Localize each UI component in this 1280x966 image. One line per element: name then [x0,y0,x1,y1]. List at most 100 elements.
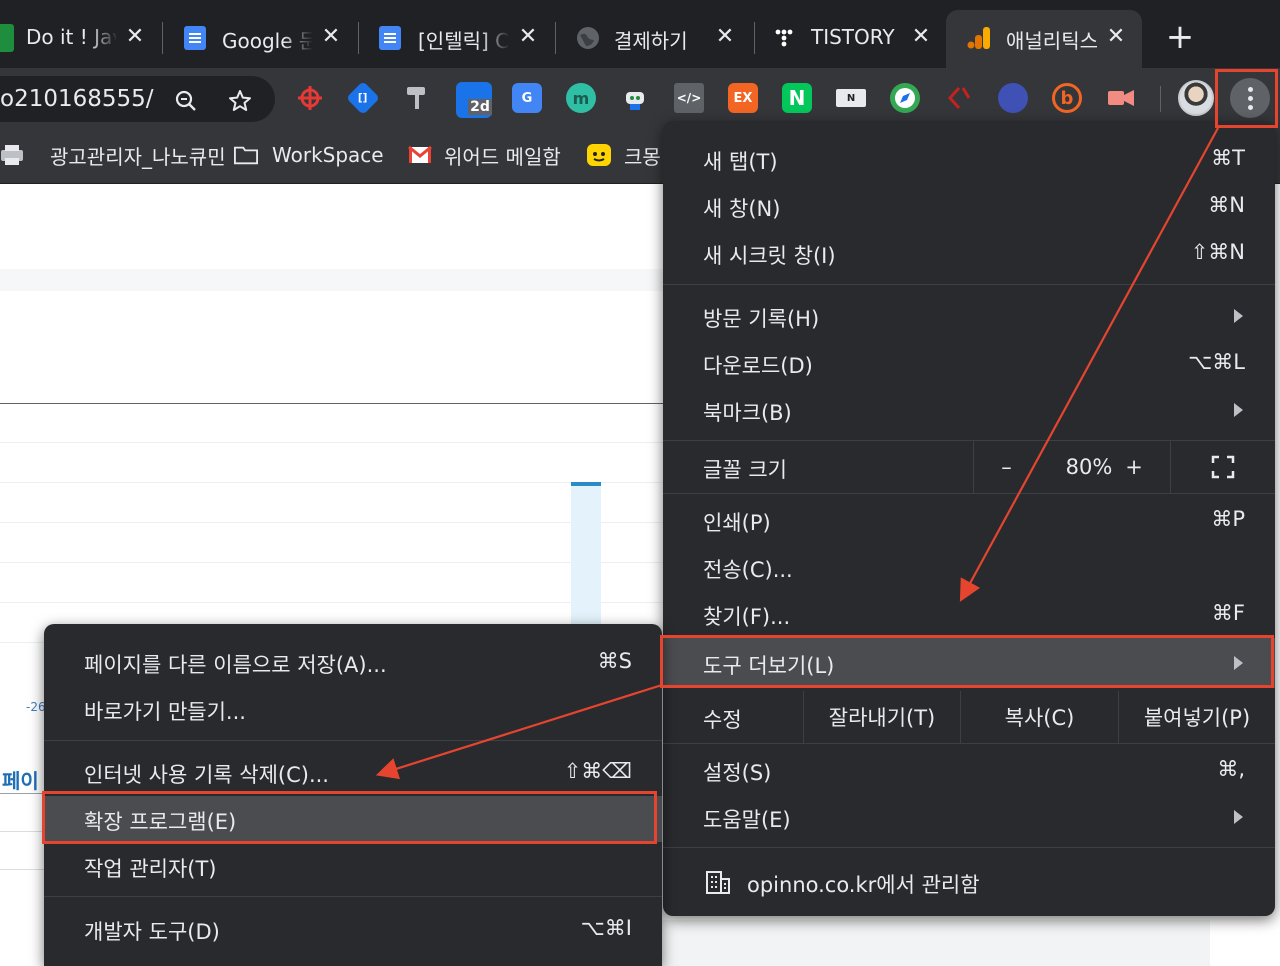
highlight-more-tools [660,635,1274,688]
close-icon[interactable]: ✕ [1103,24,1129,50]
tab-title: 애널리틱스 [1006,29,1098,53]
new-tab-button[interactable]: + [1164,20,1196,54]
menu-item-cast[interactable]: 전송(C)... [663,544,1275,590]
submenu-arrow-icon [1234,309,1243,323]
menu-item-task-manager[interactable]: 작업 관리자(T) [44,843,662,889]
printer-icon [1,145,23,165]
b-circle-icon[interactable]: b [1052,83,1082,113]
gridline [0,442,680,443]
docs-icon [379,26,401,50]
menu-item-incognito[interactable]: 새 시크릿 창(I) ⇧⌘N [663,230,1275,276]
close-icon[interactable]: ✕ [515,24,541,50]
google-translate-icon[interactable]: G [512,83,542,113]
tab-strip: Do it ! Jav ✕ Google 문 ✕ [인텔릭] C ✕ 결제하기 … [0,0,1280,68]
fullscreen-button[interactable] [1170,441,1275,493]
tab-google-docs[interactable]: Google 문 ✕ [165,10,355,68]
menu-item-developer-tools[interactable]: 개발자 도구(D) ⌥⌘I [44,906,662,952]
menu-item-bookmarks[interactable]: 북마크(B) [663,387,1275,433]
folder-icon [234,146,258,165]
zoom-label: 글꼴 크기 [703,458,787,482]
face-icon [587,144,611,166]
page-band [0,269,680,291]
zoom-minus-button[interactable]: – [973,441,1039,493]
tab-tistory[interactable]: TISTORY ✕ [758,10,948,68]
axis-tick-label: -26 [26,700,46,714]
menu-item-new-window[interactable]: 새 창(N) ⌘N [663,183,1275,229]
managed-by-org[interactable]: opinno.co.kr에서 관리함 [663,859,1275,905]
bookmark-label: 크몽 [624,144,661,169]
compass-icon[interactable] [890,83,920,113]
building-icon [706,871,730,894]
menu-item-clear-browsing-data[interactable]: 인터넷 사용 기록 삭제(C)... ⇧⌘⌫ [44,749,662,795]
crosshair-icon[interactable] [295,83,325,113]
tab-payment[interactable]: 결제하기 ✕ [560,10,750,68]
menu-item-new-tab[interactable]: 새 탭(T) ⌘T [663,136,1275,182]
section-title: 페이 [2,769,39,793]
analytics-icon [967,27,990,49]
menu-item-downloads[interactable]: 다운로드(D) ⌥⌘L [663,340,1275,386]
sheets-icon [0,24,14,52]
browser-window: Do it ! Jav ✕ Google 문 ✕ [인텔릭] C ✕ 결제하기 … [0,0,1280,966]
n-icon[interactable]: N [782,83,812,113]
cut-button[interactable]: 잘라내기(T) [803,691,960,743]
edit-row: 수정 잘라내기(T) 복사(C) 붙여넣기(P) [663,691,1275,743]
tistory-icon [775,29,793,47]
docs-icon [184,26,206,50]
paste-button[interactable]: 붙여넣기(P) [1118,691,1275,743]
highlight-extensions [42,791,657,844]
close-icon[interactable]: ✕ [122,24,148,50]
fullscreen-icon [1211,455,1235,479]
copy-button[interactable]: 복사(C) [960,691,1118,743]
menu-item-print[interactable]: 인쇄(P) ⌘P [663,497,1275,543]
ccc-icon[interactable] [998,83,1028,113]
bookmark-label: 광고관리자_나노큐민 [50,144,226,169]
bookmark-workspace[interactable]: WorkSpace [234,140,384,170]
video-icon[interactable] [1106,83,1136,113]
close-icon[interactable]: ✕ [908,24,934,50]
zoom-plus-button[interactable]: + [1099,441,1169,493]
bookmark-ad-manager[interactable]: 광고관리자_나노큐민 [0,140,226,170]
tab-analytics[interactable]: 애널리틱스 ✕ [946,10,1142,68]
ex-icon[interactable]: EX [728,83,758,113]
submenu-arrow-icon [1234,403,1243,417]
zoom-row: 글꼴 크기 – 80% + [663,441,1275,493]
bracket-icon[interactable]: [] [346,81,380,115]
paint-roller-icon[interactable] [402,83,432,113]
menu-item-history[interactable]: 방문 기록(H) [663,293,1275,339]
code-icon[interactable]: </> [674,83,704,113]
page-footer-strip [660,920,1210,966]
angle-bracket-icon[interactable] [944,83,974,113]
chart-bar [571,483,601,643]
tab-do-it-java[interactable]: Do it ! Jav ✕ [0,10,160,68]
globe-icon [577,27,599,49]
submenu-arrow-icon [1234,810,1243,824]
tab-title: 결제하기 [614,29,688,53]
toolbar-divider [1160,86,1161,112]
n-screen-icon[interactable]: N [836,89,866,107]
robot-icon[interactable] [620,83,650,113]
menu-item-create-shortcut[interactable]: 바로가기 만들기... [44,686,662,732]
bookmark-label: 위어드 메일함 [444,144,561,169]
menu-item-help[interactable]: 도움말(E) [663,794,1275,840]
bookmark-weird-mail[interactable]: 위어드 메일함 [408,140,561,170]
menu-item-save-page-as[interactable]: 페이지를 다른 이름으로 저장(A)... ⌘S [44,639,662,685]
url-text: o210168555/ [0,86,154,112]
zoom-icon[interactable] [174,89,198,113]
chart-baseline [0,403,680,404]
tab-intellic[interactable]: [인텔릭] C ✕ [362,10,552,68]
close-icon[interactable]: ✕ [712,24,738,50]
bookmark-kmong[interactable]: 크몽 [586,140,661,170]
address-bar[interactable]: o210168555/ [0,76,275,122]
bookmark-star-icon[interactable] [228,89,252,113]
m-circle-icon[interactable]: m [566,83,596,113]
gmail-icon [408,145,432,163]
bookmark-label: WorkSpace [272,143,384,167]
menu-item-find[interactable]: 찾기(F)... ⌘F [663,591,1275,637]
calendar-2d-icon[interactable]: 2d [456,82,492,118]
tab-title: TISTORY [811,25,895,49]
highlight-menu-button [1215,69,1278,128]
menu-item-settings[interactable]: 설정(S) ⌘, [663,747,1275,793]
close-icon[interactable]: ✕ [318,24,344,50]
profile-avatar[interactable] [1178,80,1214,116]
edit-label: 수정 [703,708,742,732]
